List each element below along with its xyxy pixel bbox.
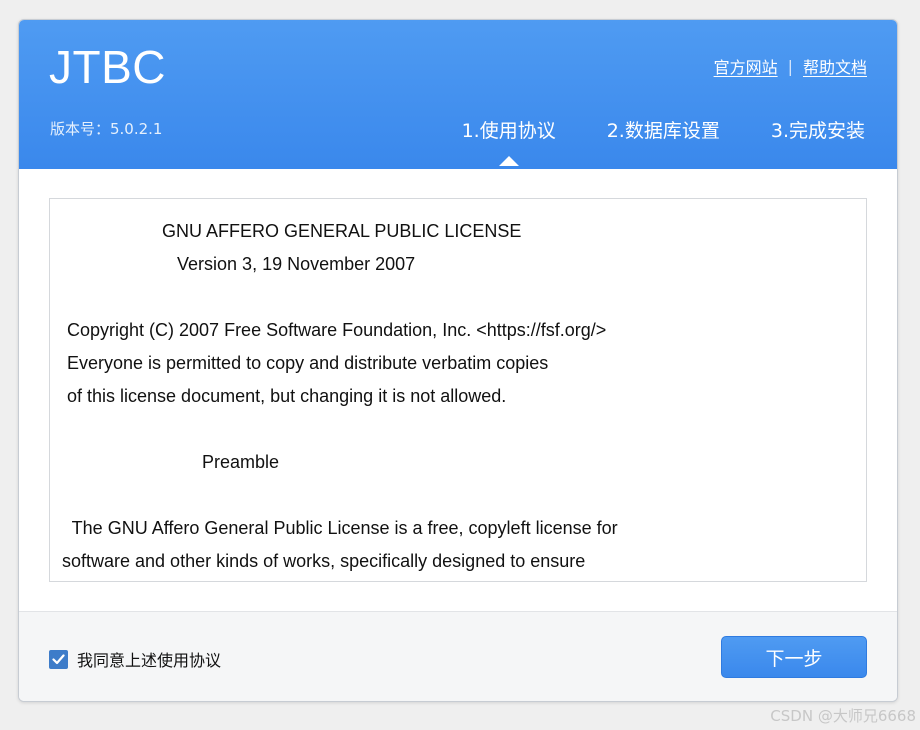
agree-checkbox[interactable] (49, 649, 68, 669)
agree-label: 我同意上述使用协议 (77, 651, 222, 670)
step-finish: 3.完成安装 (770, 120, 865, 142)
official-site-link[interactable]: 官方网站 (714, 54, 778, 78)
next-button[interactable]: 下一步 (721, 636, 867, 678)
header-links: 官方网站 | 帮助文档 (714, 54, 867, 78)
header: JTBC 版本号：5.0.2.1 官方网站 | 帮助文档 1.使用协议 2.数据… (19, 20, 897, 169)
check-icon (52, 653, 65, 664)
installer-window: JTBC 版本号：5.0.2.1 官方网站 | 帮助文档 1.使用协议 2.数据… (18, 19, 898, 702)
footer: 我同意上述使用协议 下一步 (19, 611, 897, 701)
watermark: CSDN @大师兄6668 (770, 707, 916, 725)
license-text: GNU AFFERO GENERAL PUBLIC LICENSE Versio… (62, 221, 618, 571)
step-indicator: 1.使用协议 2.数据库设置 3.完成安装 (462, 116, 865, 143)
app-logo: JTBC (49, 41, 166, 93)
license-textarea[interactable]: GNU AFFERO GENERAL PUBLIC LICENSE Versio… (49, 198, 867, 582)
agree-checkbox-row[interactable]: 我同意上述使用协议 (49, 647, 221, 671)
step-database: 2.数据库设置 (606, 120, 720, 142)
link-separator: | (787, 56, 793, 76)
step-license: 1.使用协议 (462, 116, 556, 143)
version-label: 版本号：5.0.2.1 (50, 120, 163, 138)
help-docs-link[interactable]: 帮助文档 (803, 54, 867, 78)
